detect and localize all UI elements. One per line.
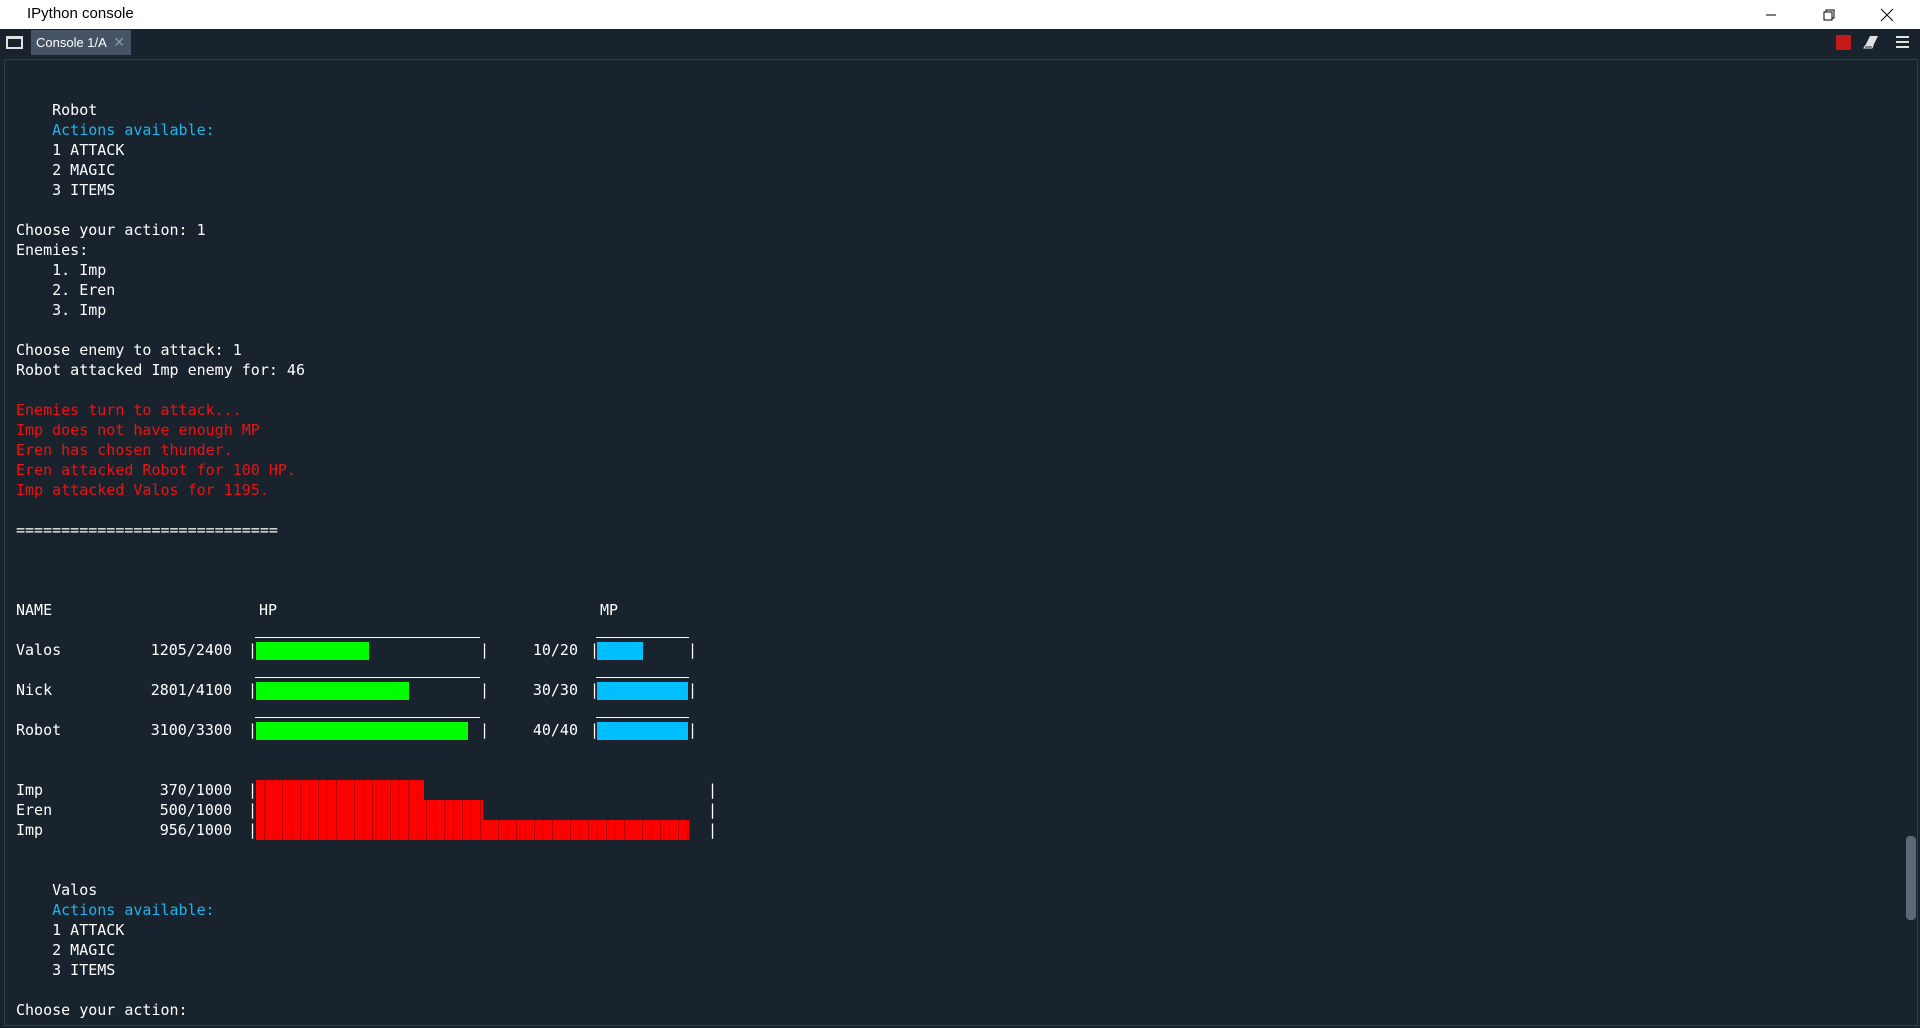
enemy-hp-bar [256, 820, 690, 840]
close-button[interactable] [1858, 0, 1916, 29]
enemy-hp-value: 500/1000 [159, 801, 232, 819]
console-line: 3. Imp [16, 301, 107, 319]
enemy-hp-bar [256, 780, 424, 800]
header-name: NAME [16, 601, 53, 619]
restore-button[interactable] [1800, 0, 1858, 29]
header-mp: MP [600, 601, 619, 619]
console-line: Eren attacked Robot for 100 HP. [16, 461, 296, 479]
console-line: Actions available: [16, 901, 215, 919]
scrollbar-thumb[interactable] [1906, 836, 1916, 920]
header-hp: HP [259, 601, 278, 619]
console-line: 1. Imp [16, 261, 107, 279]
eraser-icon [1863, 36, 1878, 49]
player-hp-bar [256, 642, 369, 660]
input-prompt[interactable]: Choose your action: [16, 1000, 197, 1020]
console-line: 3 ITEMS [16, 181, 116, 199]
player-hp-bar [256, 682, 409, 700]
close-icon [1880, 8, 1894, 21]
player-name: Valos [16, 641, 62, 659]
console-line: 2 MAGIC [16, 161, 116, 179]
console-output[interactable]: Robot Actions available: 1 ATTACK 2 MAGI… [4, 59, 1918, 1026]
mp-bar-top-line [596, 637, 689, 638]
enemy-name: Imp [16, 821, 44, 839]
restore-icon [1823, 9, 1835, 20]
minimize-button[interactable] [1742, 0, 1800, 29]
bar-border: | [708, 781, 718, 799]
player-mp-bar [597, 682, 688, 700]
console-line: 3 ITEMS [16, 961, 116, 979]
bar-border: | [688, 641, 698, 659]
enemy-hp-value: 956/1000 [159, 821, 232, 839]
hp-bar-top-line [255, 717, 480, 718]
player-hp-bar [256, 722, 468, 740]
minimize-icon [1766, 14, 1776, 15]
separator-line: ============================= [16, 521, 278, 539]
enemy-name: Eren [16, 801, 53, 819]
options-menu-icon [1896, 36, 1909, 48]
player-name: Robot [16, 721, 62, 739]
mp-bar-top-line [596, 717, 689, 718]
console-line: 1 ATTACK [16, 921, 125, 939]
console-line: Imp attacked Valos for 1195. [16, 481, 269, 499]
window-title: IPython console [27, 5, 134, 22]
console-line: Enemies: [16, 241, 89, 259]
console-line: Robot attacked Imp enemy for: 46 [16, 361, 305, 379]
mp-bar-top-line [596, 677, 689, 678]
console-line: Actions available: [16, 121, 215, 139]
console-line: Imp does not have enough MP [16, 421, 260, 439]
player-name: Nick [16, 681, 53, 699]
player-mp-bar [597, 642, 643, 660]
bar-border: | [688, 681, 698, 699]
bar-border: | [708, 801, 718, 819]
console-line: Choose your action: 1 [16, 221, 206, 239]
console-line: Valos [16, 881, 98, 899]
clear-console-button[interactable] [1862, 32, 1882, 54]
stop-button[interactable] [1836, 32, 1851, 54]
player-mp-value: 30/30 [532, 681, 578, 699]
console-line: 2. Eren [16, 281, 116, 299]
bar-border: | [688, 721, 698, 739]
tab-bar [0, 29, 1920, 59]
enemy-name: Imp [16, 781, 44, 799]
console-line: 2 MAGIC [16, 941, 116, 959]
player-mp-value: 40/40 [532, 721, 578, 739]
player-mp-bar [597, 722, 688, 740]
player-hp-value: 3100/3300 [150, 721, 232, 739]
player-mp-value: 10/20 [532, 641, 578, 659]
title-bar: IPython console [0, 0, 1920, 29]
player-hp-value: 2801/4100 [150, 681, 232, 699]
tab-label: Console 1/A [36, 35, 107, 50]
console-line: Enemies turn to attack... [16, 401, 242, 419]
hp-bar-top-line [255, 637, 480, 638]
console-line: Robot [16, 101, 98, 119]
browse-tabs-icon[interactable] [6, 36, 23, 49]
tab-close-icon[interactable]: ✕ [113, 30, 125, 55]
console-line: Eren has chosen thunder. [16, 441, 233, 459]
console-line: 1 ATTACK [16, 141, 125, 159]
tab-console-1a[interactable]: Console 1/A ✕ [31, 30, 131, 55]
hp-bar-top-line [255, 677, 480, 678]
stop-icon [1836, 35, 1851, 50]
enemy-hp-bar [256, 800, 483, 820]
player-hp-value: 1205/2400 [150, 641, 232, 659]
enemy-hp-value: 370/1000 [159, 781, 232, 799]
console-line: Choose enemy to attack: 1 [16, 341, 242, 359]
options-menu-button[interactable] [1895, 32, 1911, 54]
bar-border: | [708, 821, 718, 839]
